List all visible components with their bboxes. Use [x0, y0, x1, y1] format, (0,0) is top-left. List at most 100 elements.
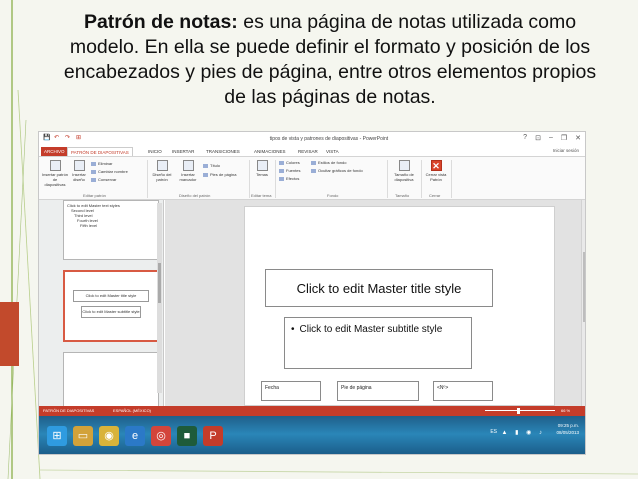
ribbon-options-button[interactable]: ⊡ [535, 134, 541, 142]
media-player-icon[interactable]: ◉ [99, 426, 119, 446]
preserve-button[interactable]: Conservar [91, 177, 116, 182]
window-title: tipos de vista y patrones de diapositiva… [269, 136, 389, 142]
windows-taskbar: ⊞ ▭ ◉ e ◎ ■ P ▲ ▮ ◉ ♪ ES 09:25 p.m. 08/05/2013 [39, 416, 585, 454]
group-label-size: Tamaño [395, 193, 410, 198]
slide-thumbnails-pane: Click to edit Master text styles Second … [39, 200, 164, 406]
master-subtitle-placeholder[interactable]: • Click to edit Master subtitle style [284, 317, 472, 369]
slide-caption: Patrón de notas: es una página de notas … [30, 10, 630, 110]
slide-thumbnail[interactable]: Click to edit Master text styles Second … [63, 200, 159, 260]
zoom-slider-handle[interactable] [517, 408, 520, 414]
fonts-dropdown[interactable]: Fuentes [279, 168, 300, 173]
powerpoint-window: 💾 ↶ ↷ ⊞ tipos de vista y patrones de dia… [38, 131, 586, 455]
notes-page[interactable]: Click to edit Master title style • Click … [244, 206, 555, 406]
accent-bar [0, 302, 19, 366]
master-title-placeholder[interactable]: Click to edit Master title style [265, 269, 493, 307]
quick-access-toolbar: 💾 ↶ ↷ ⊞ [43, 135, 83, 142]
layout-icon [73, 160, 85, 171]
caption-line2: modelo. En ella se puede definir el form… [69, 36, 591, 58]
tab-archivo[interactable]: ARCHIVO [41, 147, 68, 156]
footers-checkbox[interactable]: Pies de página [203, 172, 236, 177]
effects-dropdown[interactable]: Efectos [279, 176, 299, 181]
insert-layout-button[interactable]: Insertar diseño [70, 160, 88, 182]
bullet-marker: • [291, 324, 295, 335]
caption-line1: es una página de notas utilizada como [237, 11, 577, 33]
powerpoint-icon[interactable]: P [203, 426, 223, 446]
close-master-view-button[interactable]: ✕ Cerrar vista Patrón [425, 160, 447, 182]
group-label-edit-theme: Editar tema [251, 193, 272, 198]
delete-button[interactable]: Eliminar [91, 161, 112, 166]
insert-slide-master-button[interactable]: Insertar patrón de diapositivas [42, 160, 68, 187]
rename-button[interactable]: Cambiar nombre [91, 169, 128, 174]
group-separator [421, 160, 422, 198]
tab-revisar[interactable]: REVISAR [295, 147, 321, 156]
group-separator [451, 160, 452, 198]
thumbnails-scrollbar[interactable] [157, 203, 162, 393]
tab-inicio[interactable]: INICIO [145, 147, 165, 156]
start-presentation-icon[interactable]: ⊞ [76, 135, 83, 142]
start-button-icon[interactable]: ⊞ [47, 426, 67, 446]
close-button[interactable]: ✕ [575, 134, 581, 142]
colors-dropdown[interactable]: Colores [279, 160, 300, 165]
footer-text-placeholder[interactable]: Pie de página [337, 381, 419, 401]
sign-in-link[interactable]: Iniciar sesión [553, 148, 579, 153]
tab-transiciones[interactable]: TRANSICIONES [203, 147, 243, 156]
scrollbar-thumb[interactable] [158, 263, 161, 303]
caption-line4: de las páginas de notas. [224, 86, 436, 108]
insert-placeholder-button[interactable]: Insertar marcador [175, 160, 201, 182]
file-explorer-icon[interactable]: ▭ [73, 426, 93, 446]
group-label-background: Fondo [327, 193, 339, 198]
scrollbar-thumb[interactable] [583, 252, 585, 322]
group-separator [147, 160, 148, 198]
canvas-scrollbar[interactable] [581, 200, 585, 406]
status-view-name: PATRÓN DE DIAPOSITIVAS [43, 408, 95, 413]
ribbon-tabs: ARCHIVO PATRÓN DE DIAPOSITIVAS INICIO IN… [39, 146, 585, 156]
slide-master-icon [49, 160, 61, 171]
slide-thumbnail-selected[interactable]: Click to edit Master title style Click t… [63, 270, 159, 342]
themes-button[interactable]: Temas [253, 160, 271, 177]
app-icon[interactable]: ■ [177, 426, 197, 446]
placeholder-icon [182, 160, 194, 171]
thumb-subtitle-box: Click to edit Master subtitle style [81, 306, 141, 318]
zoom-slider[interactable] [485, 410, 555, 411]
internet-explorer-icon[interactable]: e [125, 426, 145, 446]
slide-editing-canvas: Click to edit Master title style • Click … [165, 200, 585, 406]
keyboard-language[interactable]: ES [490, 429, 497, 435]
group-label-master-layout: Diseño del patrón [179, 193, 211, 198]
system-clock[interactable]: 09:25 p.m. 08/05/2013 [556, 422, 579, 436]
background-styles-dropdown[interactable]: Estilos de fondo [311, 160, 346, 165]
chrome-icon[interactable]: ◎ [151, 426, 171, 446]
title-bar: 💾 ↶ ↷ ⊞ tipos de vista y patrones de dia… [39, 132, 585, 146]
restore-button[interactable]: ❐ [561, 134, 567, 142]
footer-date-placeholder[interactable]: Fecha [261, 381, 321, 401]
status-language[interactable]: ESPAÑOL (MÉXICO) [113, 406, 151, 416]
master-layout-button[interactable]: Diseño del patrón [151, 160, 173, 182]
slide-size-button[interactable]: Tamaño de diapositiva [391, 160, 417, 182]
tab-patron-diapositivas[interactable]: PATRÓN DE DIAPOSITIVAS [67, 147, 133, 156]
save-icon[interactable]: 💾 [43, 135, 50, 142]
redo-icon[interactable]: ↷ [65, 135, 72, 142]
footer-number-placeholder[interactable]: <Nº> [433, 381, 493, 401]
close-master-icon: ✕ [430, 160, 442, 171]
ribbon: Insertar patrón de diapositivas Insertar… [39, 156, 585, 200]
group-separator [249, 160, 250, 198]
slide-thumbnail[interactable] [63, 352, 159, 406]
slide-size-icon [398, 160, 410, 171]
tab-vista[interactable]: VISTA [323, 147, 342, 156]
master-layout-icon [156, 160, 168, 171]
hide-background-checkbox[interactable]: Ocultar gráficos de fondo [311, 168, 363, 173]
minimize-button[interactable]: – [549, 134, 553, 142]
tray-icons[interactable]: ▲ ▮ ◉ ♪ [502, 429, 545, 436]
undo-icon[interactable]: ↶ [54, 135, 61, 142]
thumb-text-level: Fifth level [80, 223, 98, 228]
group-separator [275, 160, 276, 198]
clock-date: 08/05/2013 [556, 430, 579, 435]
caption-bold: Patrón de notas: [83, 11, 238, 33]
subtitle-text: Click to edit Master subtitle style [299, 324, 443, 335]
tab-animaciones[interactable]: ANIMACIONES [251, 147, 289, 156]
title-checkbox[interactable]: Título [203, 163, 220, 168]
clock-time: 09:25 p.m. [557, 423, 579, 428]
caption-line3: encabezados y pies de página, entre otro… [63, 61, 597, 83]
zoom-level[interactable]: 66 % [561, 406, 570, 416]
help-button[interactable]: ? [523, 134, 527, 142]
tab-insertar[interactable]: INSERTAR [169, 147, 197, 156]
